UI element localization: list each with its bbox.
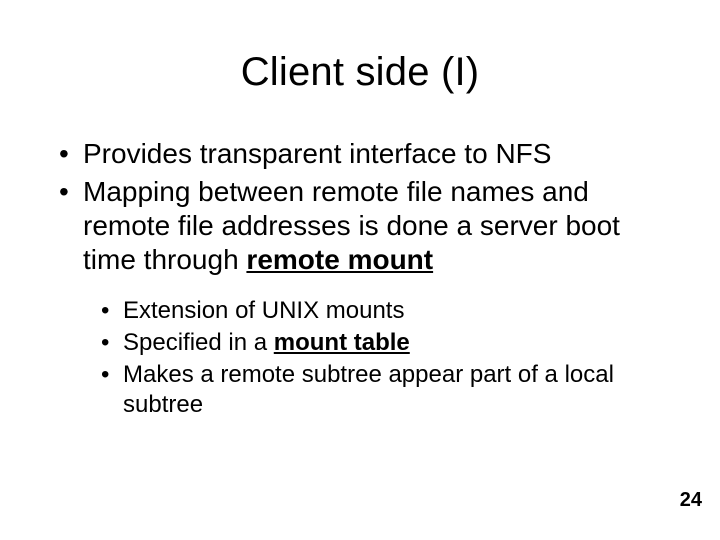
page-number: 24	[680, 489, 702, 512]
slide: Client side (I) Provides transparent int…	[0, 0, 720, 540]
list-item: Provides transparent interface to NFS	[55, 137, 665, 171]
bullet-bold: mount table	[274, 329, 410, 356]
list-item: Makes a remote subtree appear part of a …	[97, 360, 665, 420]
list-item: Mapping between remote file names and re…	[55, 175, 665, 277]
bullet-list-level1: Provides transparent interface to NFS Ma…	[55, 137, 665, 278]
bullet-text: Makes a remote subtree appear part of a …	[123, 361, 614, 418]
list-item: Extension of UNIX mounts	[97, 296, 665, 326]
bullet-text: Extension of UNIX mounts	[123, 297, 404, 324]
bullet-bold: remote mount	[246, 244, 433, 275]
bullet-text: Provides transparent interface to NFS	[83, 138, 551, 169]
bullet-text: Specified in a	[123, 329, 274, 356]
list-item: Specified in a mount table	[97, 328, 665, 358]
slide-title: Client side (I)	[55, 50, 665, 95]
bullet-list-level2: Extension of UNIX mounts Specified in a …	[97, 296, 665, 420]
